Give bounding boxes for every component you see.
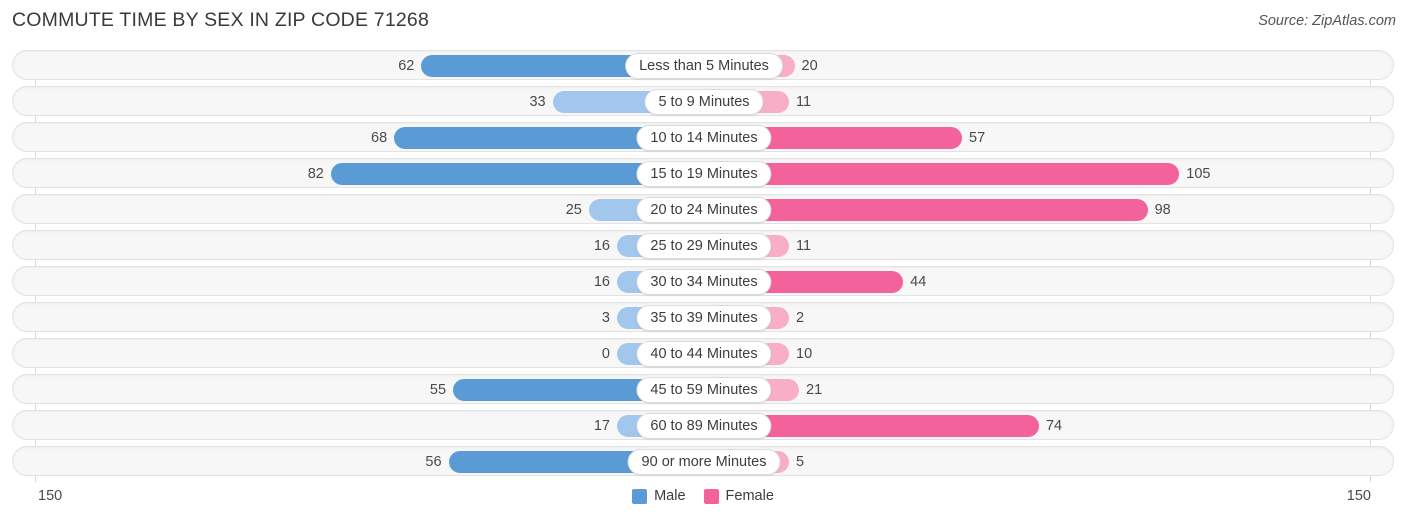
value-label-female: 98: [1154, 202, 1171, 218]
table-row: 68 57 10 to 14 Minutes: [12, 122, 1394, 152]
row-inner: 25 98 20 to 24 Minutes: [13, 195, 1393, 223]
value-label-female: 105: [1186, 166, 1211, 182]
value-label-male: 3: [601, 310, 610, 326]
value-label-male: 16: [593, 238, 610, 254]
table-row: 17 74 60 to 89 Minutes: [12, 410, 1394, 440]
legend-swatch-icon: [703, 488, 719, 504]
category-label: Less than 5 Minutes: [625, 53, 783, 79]
source-attribution: Source: ZipAtlas.com: [1258, 13, 1396, 29]
category-label: 25 to 29 Minutes: [636, 233, 772, 259]
table-row: 16 11 25 to 29 Minutes: [12, 230, 1394, 260]
row-inner: 0 10 40 to 44 Minutes: [13, 339, 1393, 367]
table-row: 0 10 40 to 44 Minutes: [12, 338, 1394, 368]
value-label-male: 82: [307, 166, 324, 182]
chart-legend: Male Female: [0, 488, 1406, 504]
value-label-male: 62: [398, 58, 415, 74]
row-inner: 3 2 35 to 39 Minutes: [13, 303, 1393, 331]
row-inner: 56 5 90 or more Minutes: [13, 447, 1393, 475]
value-label-male: 0: [601, 346, 610, 362]
row-inner: 55 21 45 to 59 Minutes: [13, 375, 1393, 403]
category-label: 15 to 19 Minutes: [636, 161, 772, 187]
row-inner: 82 105 15 to 19 Minutes: [13, 159, 1393, 187]
value-label-male: 33: [529, 94, 546, 110]
row-inner: 33 11 5 to 9 Minutes: [13, 87, 1393, 115]
chart-footer: 150 150 Male Female: [0, 482, 1406, 523]
table-row: 55 21 45 to 59 Minutes: [12, 374, 1394, 404]
legend-swatch-icon: [632, 488, 648, 504]
table-row: 82 105 15 to 19 Minutes: [12, 158, 1394, 188]
value-label-female: 74: [1045, 418, 1063, 434]
category-label: 20 to 24 Minutes: [636, 197, 772, 223]
page-title: COMMUTE TIME BY SEX IN ZIP CODE 71268: [12, 9, 430, 31]
plot-area: 62 20 Less than 5 Minutes 33 11 5 to 9 Minute…: [0, 50, 1406, 482]
row-inner: 68 57 10 to 14 Minutes: [13, 123, 1393, 151]
value-label-male: 68: [371, 130, 388, 146]
legend-label: Female: [725, 488, 774, 504]
value-label-male: 16: [593, 274, 610, 290]
value-label-male: 55: [429, 382, 447, 398]
value-label-male: 25: [565, 202, 582, 218]
value-label-female: 21: [806, 382, 823, 398]
category-label: 10 to 14 Minutes: [636, 125, 772, 151]
category-label: 90 or more Minutes: [627, 449, 781, 475]
category-label: 40 to 44 Minutes: [636, 341, 772, 367]
value-label-female: 10: [796, 346, 813, 362]
row-inner: 16 11 25 to 29 Minutes: [13, 231, 1393, 259]
value-label-male: 56: [425, 454, 442, 470]
category-label: 5 to 9 Minutes: [644, 89, 764, 115]
value-label-female: 11: [796, 238, 812, 254]
commute-time-chart: COMMUTE TIME BY SEX IN ZIP CODE 71268 So…: [0, 0, 1406, 523]
table-row: 33 11 5 to 9 Minutes: [12, 86, 1394, 116]
value-label-female: 20: [801, 58, 818, 74]
category-label: 45 to 59 Minutes: [636, 377, 772, 403]
table-row: 25 98 20 to 24 Minutes: [12, 194, 1394, 224]
value-label-female: 57: [969, 130, 986, 146]
row-inner: 16 44 30 to 34 Minutes: [13, 267, 1393, 295]
category-label: 35 to 39 Minutes: [636, 305, 772, 331]
value-label-male: 17: [593, 418, 610, 434]
legend-item-female[interactable]: Female: [703, 488, 774, 504]
table-row: 56 5 90 or more Minutes: [12, 446, 1394, 476]
category-label: 60 to 89 Minutes: [636, 413, 772, 439]
category-label: 30 to 34 Minutes: [636, 269, 772, 295]
legend-item-male[interactable]: Male: [632, 488, 686, 504]
row-inner: 62 20 Less than 5 Minutes: [13, 51, 1393, 79]
value-label-female: 11: [796, 94, 812, 110]
value-label-female: 2: [796, 310, 805, 326]
row-inner: 17 74 60 to 89 Minutes: [13, 411, 1393, 439]
legend-label: Male: [654, 488, 686, 504]
table-row: 3 2 35 to 39 Minutes: [12, 302, 1394, 332]
table-row: 16 44 30 to 34 Minutes: [12, 266, 1394, 296]
value-label-female: 5: [796, 454, 805, 470]
bar-female: [704, 163, 1180, 185]
value-label-female: 44: [910, 274, 927, 290]
table-row: 62 20 Less than 5 Minutes: [12, 50, 1394, 80]
